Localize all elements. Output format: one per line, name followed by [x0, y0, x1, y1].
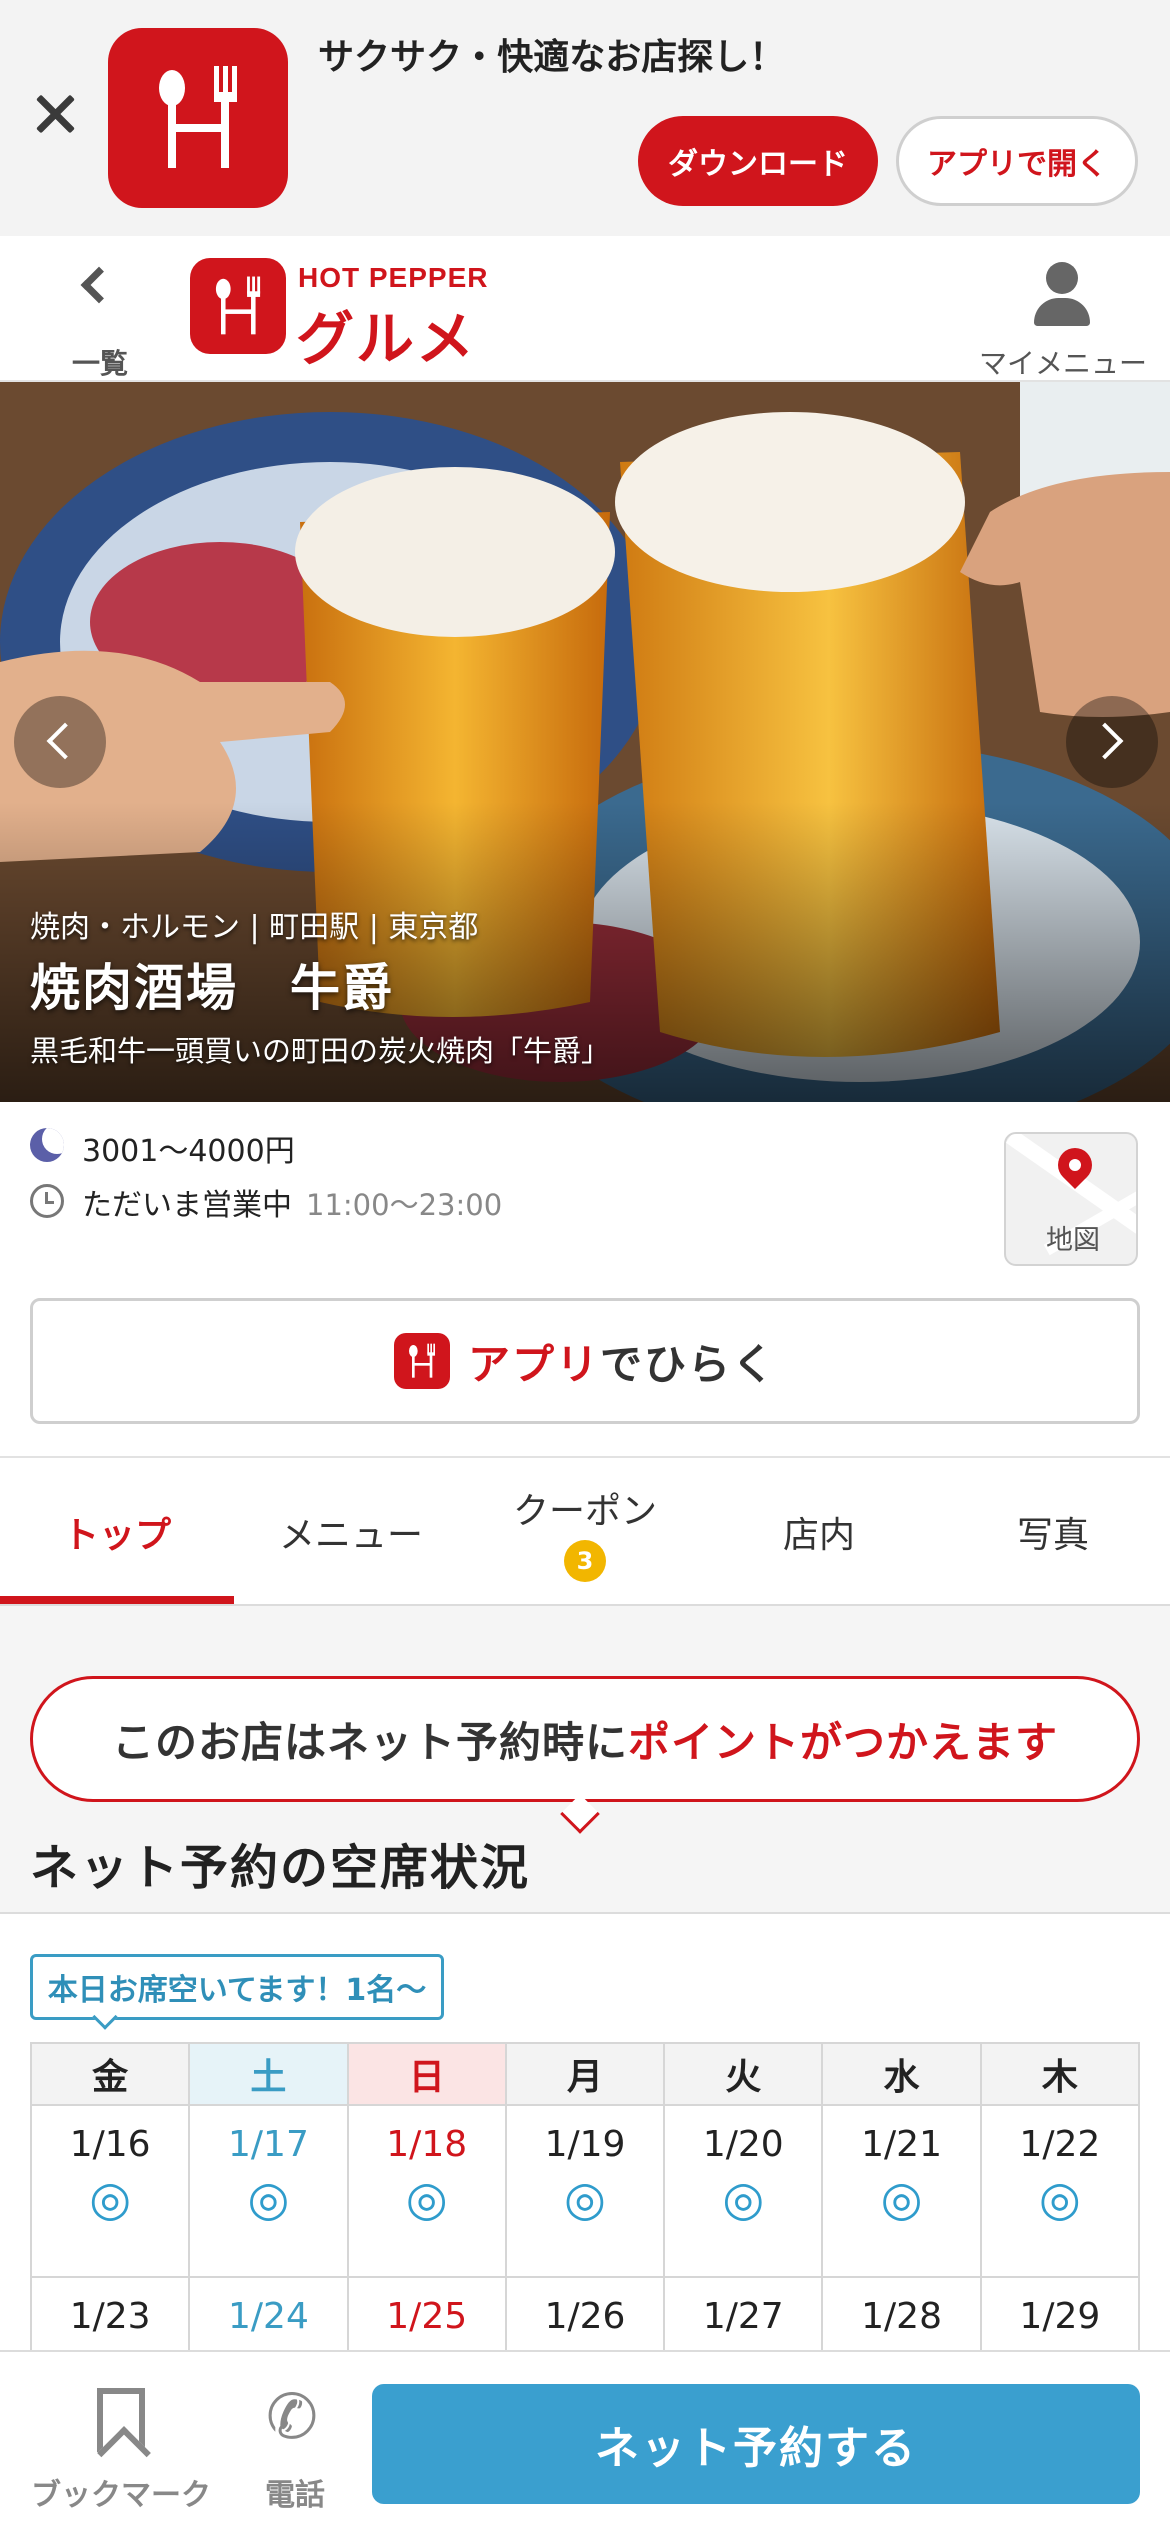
available-icon: ◎ [89, 2171, 132, 2227]
shop-tabs: トップ メニュー クーポン 3 店内 写真 [0, 1458, 1170, 1606]
date-label: 1/28 [861, 2296, 942, 2337]
calendar-day[interactable]: 1/22 ◎ [979, 2104, 1141, 2278]
date-label: 1/26 [544, 2296, 626, 2337]
bookmark-icon [97, 2388, 145, 2452]
weekday-header: 日 [346, 2042, 507, 2106]
carousel-prev-button[interactable] [14, 696, 106, 788]
map-button[interactable]: 地図 [1004, 1132, 1138, 1266]
weekday-header: 金 [29, 2042, 191, 2106]
tab-interior[interactable]: 店内 [702, 1458, 936, 1606]
brand-wordmark-main: グルメ [296, 305, 477, 373]
available-icon: ◎ [247, 2171, 290, 2227]
available-icon: ◎ [722, 2171, 765, 2227]
shop-info: 3001〜4000円 ただいま営業中 11:00〜23:00 地図 [0, 1102, 1170, 1302]
date-label: 1/23 [69, 2296, 151, 2337]
my-menu-label: マイメニュー [978, 347, 1147, 380]
weekday-header: 土 [188, 2042, 349, 2106]
phone-label: 電話 [265, 2478, 325, 2513]
my-menu-button[interactable]: マイメニュー [978, 258, 1148, 380]
reservation-section: このお店はネット予約時に ポイントがつかえます ネット予約の空席状況 [0, 1606, 1170, 1914]
weekday-header: 水 [821, 2042, 982, 2106]
site-header: 一覧 HOT PEPPER グルメ マイメニュー [0, 236, 1170, 382]
date-label: 1/19 [544, 2124, 626, 2165]
brand-logo-icon[interactable] [190, 258, 286, 354]
shop-catch-copy: 黒毛和牛一頭買いの町田の炭火焼肉「牛爵」 [30, 1034, 611, 1068]
weekday-header: 月 [504, 2042, 666, 2106]
banner-tagline: サクサク・快適なお店探し！ [318, 37, 786, 78]
shop-genre-area: 焼肉・ホルモン | 町田駅 | 東京都 [30, 910, 479, 945]
tab-top[interactable]: トップ [0, 1458, 234, 1606]
carousel-next-button[interactable] [1066, 696, 1158, 788]
calendar-day[interactable]: 1/19 ◎ [504, 2104, 666, 2278]
download-button[interactable]: ダウンロード [638, 116, 878, 206]
date-label: 1/21 [861, 2124, 942, 2165]
shop-photo-carousel[interactable]: 焼肉・ホルモン | 町田駅 | 東京都 焼肉酒場 牛爵 黒毛和牛一頭買いの町田の… [0, 382, 1170, 1102]
chevron-left-icon [80, 266, 118, 304]
open-in-app-button[interactable]: アプリで開く [896, 116, 1138, 206]
moon-icon [30, 1128, 64, 1162]
user-icon [1046, 262, 1078, 294]
calendar-day[interactable]: 1/20 ◎ [663, 2104, 824, 2278]
app-install-banner: サクサク・快適なお店探し！ ダウンロード アプリで開く [0, 0, 1170, 236]
calendar-day[interactable]: 1/17 ◎ [188, 2104, 349, 2278]
available-icon: ◎ [564, 2171, 606, 2227]
reservation-heading: ネット予約の空席状況 [30, 1840, 531, 1896]
map-label: 地図 [1046, 1225, 1100, 1256]
tab-coupon[interactable]: クーポン 3 [468, 1458, 702, 1606]
tab-menu[interactable]: メニュー [234, 1458, 468, 1606]
points-notice: このお店はネット予約時に ポイントがつかえます [30, 1676, 1140, 1802]
clock-icon [30, 1184, 64, 1218]
open-status: ただいま営業中 [82, 1188, 292, 1223]
dinner-budget: 3001〜4000円 [82, 1134, 295, 1169]
close-icon[interactable] [28, 88, 80, 140]
date-label: 1/20 [702, 2124, 784, 2165]
calendar-day[interactable]: 1/21 ◎ [821, 2104, 982, 2278]
tab-photos[interactable]: 写真 [936, 1458, 1170, 1606]
weekday-header: 火 [663, 2042, 824, 2106]
bookmark-button[interactable]: ブックマーク [26, 2382, 216, 2513]
availability-badge: 本日お席空いてます！1名〜 [30, 1954, 444, 2020]
available-icon: ◎ [880, 2171, 923, 2227]
bottom-action-bar: ブックマーク ✆ 電話 ネット予約する [0, 2350, 1170, 2532]
app-logo-icon [393, 1333, 450, 1389]
coupon-count-badge: 3 [564, 1540, 606, 1582]
reserve-online-button[interactable]: ネット予約する [372, 2384, 1140, 2504]
weekday-header: 木 [979, 2042, 1141, 2106]
app-logo-icon [108, 28, 288, 208]
open-in-app-banner-button[interactable]: アプリでひらく [30, 1298, 1140, 1424]
back-to-list-button[interactable]: 一覧 [60, 258, 140, 380]
date-label: 1/22 [1019, 2124, 1101, 2165]
available-icon: ◎ [405, 2171, 448, 2227]
calendar-day[interactable]: 1/16 ◎ [29, 2104, 191, 2278]
bookmark-label: ブックマーク [31, 2478, 211, 2513]
available-icon: ◎ [1038, 2171, 1081, 2227]
tab-coupon-label: クーポン [512, 1491, 657, 1532]
open-hours: 11:00〜23:00 [306, 1188, 503, 1222]
phone-icon: ✆ [266, 2380, 318, 2453]
date-label: 1/25 [386, 2296, 468, 2337]
date-label: 1/18 [386, 2124, 468, 2165]
back-label: 一覧 [71, 347, 128, 380]
date-label: 1/29 [1019, 2296, 1101, 2337]
date-label: 1/16 [69, 2124, 151, 2165]
date-label: 1/24 [228, 2296, 309, 2337]
map-pin-icon [1050, 1140, 1100, 1190]
phone-button[interactable]: ✆ 電話 [240, 2380, 350, 2514]
brand-wordmark-top: HOT PEPPER [298, 262, 489, 293]
calendar-day[interactable]: 1/18 ◎ [346, 2104, 507, 2278]
shop-name: 焼肉酒場 牛爵 [30, 959, 394, 1017]
date-label: 1/27 [702, 2296, 784, 2337]
date-label: 1/17 [228, 2124, 309, 2165]
open-in-app-label: アプリでひらく [467, 1339, 777, 1389]
